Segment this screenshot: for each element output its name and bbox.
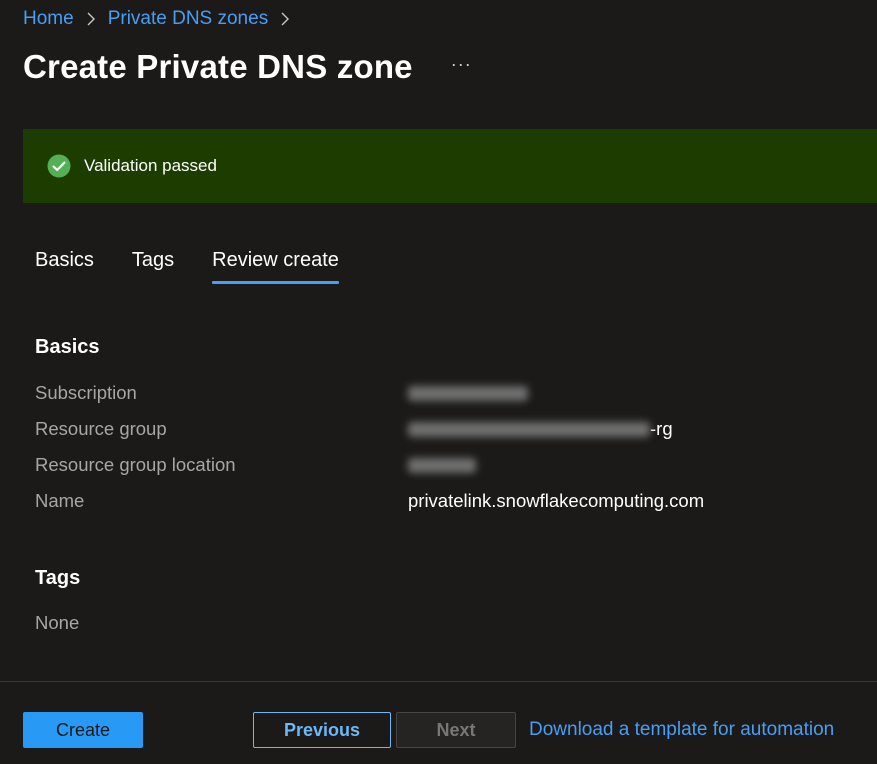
summary-row-name: Name privatelink.snowflakecomputing.com [35,483,855,519]
validation-message: Validation passed [84,156,217,175]
summary-row-subscription: Subscription [35,375,855,411]
subscription-label: Subscription [35,382,137,403]
create-private-dns-zone-page: Home Private DNS zones Create Private DN… [0,0,877,764]
page-title: Create Private DNS zone [23,48,413,85]
breadcrumb: Home Private DNS zones [23,8,302,30]
validation-banner: Validation passed [23,129,877,203]
breadcrumb-home-link[interactable]: Home [23,8,74,30]
check-circle-icon [47,154,71,178]
tab-tags[interactable]: Tags [132,249,174,282]
next-button: Next [396,712,516,748]
footer-actions: Create Previous Next Download a template… [23,712,834,748]
resource-group-label: Resource group [35,418,167,439]
resource-group-location-value [408,457,476,473]
chevron-right-icon [86,12,96,26]
download-template-link[interactable]: Download a template for automation [529,719,834,741]
title-row: Create Private DNS zone ··· [23,48,472,86]
tags-heading: Tags [35,567,81,589]
previous-button[interactable]: Previous [253,712,391,748]
tab-basics[interactable]: Basics [35,249,94,282]
summary-row-resource-group-location: Resource group location [35,447,855,483]
resource-group-value: -rg [408,418,673,440]
redacted-text [408,421,650,437]
resource-group-location-label: Resource group location [35,454,236,475]
name-value: privatelink.snowflakecomputing.com [408,490,705,511]
footer-divider [0,681,877,682]
breadcrumb-private-dns-zones-link[interactable]: Private DNS zones [108,8,269,30]
basics-summary: Subscription Resource group -rg Resource… [35,375,855,519]
redacted-text [408,385,528,401]
summary-row-resource-group: Resource group -rg [35,411,855,447]
basics-heading: Basics [35,336,100,358]
subscription-value [408,385,528,401]
create-button[interactable]: Create [23,712,143,748]
redacted-text [408,457,476,473]
name-label: Name [35,490,85,511]
chevron-right-icon [280,12,290,26]
tags-value: None [35,612,80,633]
tab-bar: Basics Tags Review create [35,249,377,284]
more-options-icon[interactable]: ··· [451,54,472,75]
tab-review-create[interactable]: Review create [212,249,339,284]
